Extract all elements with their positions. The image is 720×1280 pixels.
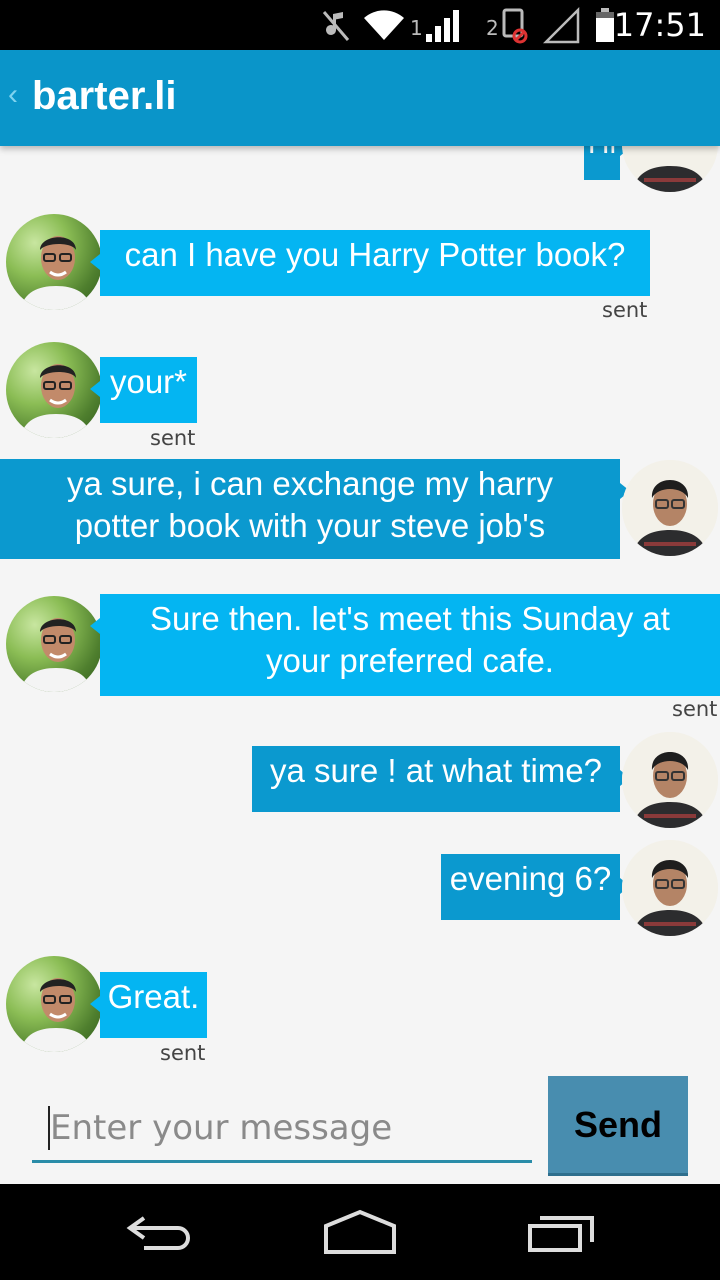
back-icon[interactable] bbox=[124, 1208, 194, 1256]
avatar[interactable] bbox=[6, 956, 102, 1052]
message-status: sent bbox=[672, 697, 718, 721]
avatar[interactable] bbox=[6, 342, 102, 438]
back-chevron-icon[interactable]: ‹ bbox=[8, 78, 18, 112]
message-text: Hi bbox=[588, 146, 616, 160]
signal-icon-sim2 bbox=[542, 6, 580, 44]
navigation-bar bbox=[0, 1184, 720, 1280]
person-icon bbox=[622, 840, 718, 936]
action-bar: ‹ barter.li bbox=[0, 50, 720, 146]
person-icon bbox=[622, 460, 718, 556]
message-status: sent bbox=[602, 298, 648, 322]
message-bubble[interactable]: ya sure ! at what time? bbox=[252, 746, 630, 812]
avatar[interactable] bbox=[622, 732, 718, 828]
app-title[interactable]: barter.li bbox=[32, 74, 177, 119]
message-bubble[interactable]: can I have you Harry Potter book? bbox=[90, 230, 650, 296]
person-icon bbox=[622, 732, 718, 828]
message-status: sent bbox=[150, 426, 196, 450]
sim2-label: 2 bbox=[486, 16, 499, 40]
message-text: ya sure, i can exchange my harry potter … bbox=[66, 465, 554, 544]
clock: 17:51 bbox=[613, 6, 706, 44]
wifi-icon bbox=[364, 10, 404, 40]
message-status: sent bbox=[160, 1041, 206, 1065]
status-bar: 1 2 17:51 bbox=[0, 0, 720, 50]
signal-icon-sim1 bbox=[426, 10, 459, 42]
avatar[interactable] bbox=[6, 214, 102, 310]
mute-icon bbox=[322, 11, 350, 41]
message-text: evening 6? bbox=[449, 860, 612, 897]
chat-list[interactable]: Hi can I have you Harry Potter book? sen… bbox=[0, 146, 720, 1066]
send-button[interactable]: Send bbox=[548, 1076, 688, 1176]
avatar[interactable] bbox=[6, 596, 102, 692]
message-text: Sure then. let's meet this Sunday at you… bbox=[150, 600, 670, 679]
message-bubble[interactable]: your* bbox=[90, 357, 197, 423]
message-bubble[interactable]: Sure then. let's meet this Sunday at you… bbox=[90, 594, 720, 696]
message-text: ya sure ! at what time? bbox=[270, 752, 602, 789]
message-text: can I have you Harry Potter book? bbox=[124, 236, 626, 273]
person-icon bbox=[622, 146, 718, 192]
sim-blocked-icon bbox=[502, 8, 528, 44]
avatar[interactable] bbox=[622, 460, 718, 556]
message-input[interactable] bbox=[50, 1104, 520, 1152]
person-icon bbox=[20, 236, 92, 310]
person-icon bbox=[20, 618, 92, 692]
recent-apps-icon[interactable] bbox=[526, 1208, 598, 1256]
battery-icon bbox=[596, 8, 614, 42]
person-icon bbox=[20, 978, 92, 1052]
message-bubble[interactable]: Great. bbox=[90, 972, 207, 1038]
message-text: your* bbox=[109, 363, 188, 400]
message-text: Great. bbox=[107, 978, 200, 1015]
message-input-container[interactable] bbox=[32, 1100, 532, 1163]
avatar[interactable] bbox=[622, 146, 718, 192]
message-bubble[interactable]: Hi bbox=[584, 146, 630, 180]
avatar[interactable] bbox=[622, 840, 718, 936]
sim1-label: 1 bbox=[410, 16, 423, 40]
home-icon[interactable] bbox=[322, 1208, 398, 1256]
message-bubble[interactable]: ya sure, i can exchange my harry potter … bbox=[0, 459, 630, 559]
person-icon bbox=[20, 364, 92, 438]
message-bubble[interactable]: evening 6? bbox=[441, 854, 630, 920]
